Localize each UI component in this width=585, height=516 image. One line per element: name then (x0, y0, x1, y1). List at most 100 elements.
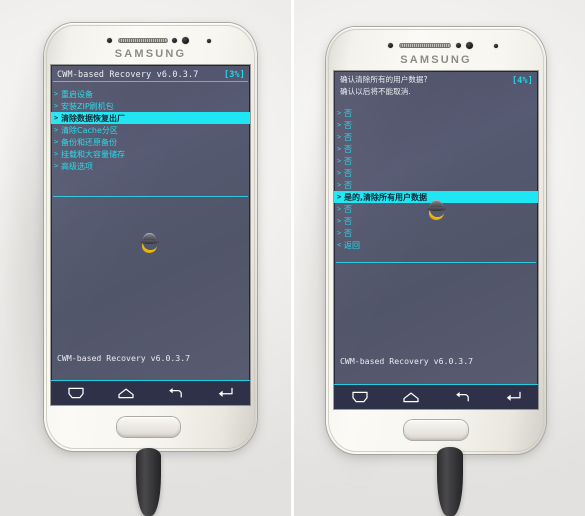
menu-item[interactable]: > 清除Cache分区 (51, 124, 250, 136)
chevron-icon: > (54, 150, 59, 158)
menu-item-label: 重启设备 (61, 89, 93, 99)
home-button-right[interactable] (404, 420, 468, 440)
menu-item[interactable]: > 否 (334, 179, 538, 191)
navigation-bar-left[interactable] (51, 380, 250, 405)
chevron-icon: > (54, 90, 59, 98)
menu-item-label: 否 (344, 228, 352, 238)
menu-item-label: 否 (344, 108, 352, 118)
menu-item-label: 挂载和大容量储存 (61, 149, 125, 159)
menu-divider (53, 196, 248, 197)
menu-item[interactable]: > 否 (334, 107, 538, 119)
samsung-brand-logo: SAMSUNG (400, 54, 472, 66)
chevron-icon: < (337, 241, 342, 249)
header-divider (53, 81, 248, 82)
led-indicator-icon (207, 39, 211, 43)
menu-item-label: 备份和还原备份 (61, 137, 117, 147)
menu-item-label: 是的,清除所有用户数据 (344, 192, 428, 202)
navigation-bar-right[interactable] (334, 384, 538, 409)
phone-screen-right: [4%] 确认清除所有的用户数据? 确认以后将不能取消. > 否 > 否 > 否 > 否 > 否 >… (334, 71, 538, 409)
menu-item-label: 高级选项 (61, 161, 93, 171)
phone-device-right: SAMSUNG [4%] 确认清除所有的用户数据? 确认以后将不能取消. > 否 >… (326, 27, 546, 454)
chevron-icon: > (337, 217, 342, 225)
menu-item-selected[interactable]: > 清除数据恢复出厂 (51, 112, 250, 124)
screenshot-root: SAMSUNG CWM-based Recovery v6.0.3.7 [3%]… (0, 0, 585, 516)
menu-item[interactable]: > 否 (334, 167, 538, 179)
led-indicator-icon (494, 44, 498, 48)
menu-item-label: 否 (344, 156, 352, 166)
recovery-title-row: CWM-based Recovery v6.0.3.7 [3%] (57, 69, 245, 79)
clockworkmod-logo (139, 232, 161, 255)
menu-item[interactable]: > 否 (334, 119, 538, 131)
front-camera-icon (466, 42, 473, 49)
photo-panel-left: SAMSUNG CWM-based Recovery v6.0.3.7 [3%]… (0, 0, 291, 516)
chevron-icon: > (337, 157, 342, 165)
menu-icon[interactable] (66, 386, 86, 400)
chevron-icon: > (54, 102, 59, 110)
confirm-prompt-line-1: 确认清除所有的用户数据? (340, 75, 428, 84)
proximity-sensor-icon (388, 43, 393, 48)
recovery-menu-left[interactable]: > 重启设备 > 安装ZIP刷机包 > 清除数据恢复出厂 > 清除Cache分区 > 备份和还原备… (51, 88, 250, 172)
menu-item[interactable]: > 否 (334, 227, 538, 239)
photo-panel-right: SAMSUNG [4%] 确认清除所有的用户数据? 确认以后将不能取消. > 否 >… (294, 0, 585, 516)
menu-item[interactable]: > 否 (334, 143, 538, 155)
menu-icon[interactable] (350, 390, 370, 404)
back-icon[interactable] (165, 386, 185, 400)
menu-item[interactable]: > 安装ZIP刷机包 (51, 100, 250, 112)
menu-item[interactable]: > 备份和还原备份 (51, 136, 250, 148)
home-icon[interactable] (401, 390, 421, 404)
confirm-prompt-line-2: 确认以后将不能取消. (340, 87, 411, 96)
menu-item-label: 否 (344, 180, 352, 190)
chevron-icon: > (54, 138, 59, 146)
menu-item[interactable]: < 返回 (334, 239, 538, 251)
menu-item-label: 清除Cache分区 (61, 125, 118, 135)
chevron-icon: > (337, 121, 342, 129)
menu-item[interactable]: > 高级选项 (51, 160, 250, 172)
chevron-icon: > (54, 162, 59, 170)
menu-item[interactable]: > 重启设备 (51, 88, 250, 100)
menu-divider (336, 262, 536, 263)
chevron-icon: > (54, 114, 59, 122)
chevron-icon: > (337, 109, 342, 117)
chevron-icon: > (337, 169, 342, 177)
chevron-icon: > (337, 205, 342, 213)
samsung-brand-logo: SAMSUNG (114, 48, 187, 60)
menu-item[interactable]: > 挂载和大容量储存 (51, 148, 250, 160)
light-sensor-icon (456, 43, 461, 48)
back-icon[interactable] (452, 390, 472, 404)
recovery-footer-right: CWM-based Recovery v6.0.3.7 (340, 356, 474, 366)
recovery-footer-left: CWM-based Recovery v6.0.3.7 (57, 353, 191, 363)
home-button-left[interactable] (117, 417, 180, 437)
front-camera-icon (182, 37, 189, 44)
recovery-menu-right[interactable]: > 否 > 否 > 否 > 否 > 否 > 否 > 否 > 是的,清除所有用户数据 > 否 > 否 > 否 < 返回 (334, 107, 538, 251)
menu-item-label: 返回 (344, 240, 360, 250)
enter-icon[interactable] (215, 386, 235, 400)
light-sensor-icon (172, 38, 177, 43)
chevron-icon: > (337, 145, 342, 153)
chevron-icon: > (337, 193, 342, 201)
recovery-title: CWM-based Recovery v6.0.3.7 (57, 69, 199, 79)
clockworkmod-logo (426, 199, 448, 222)
earpiece-speaker (399, 43, 451, 48)
panel-divider (291, 0, 294, 516)
menu-item-label: 否 (344, 168, 352, 178)
battery-indicator: [3%] (224, 69, 245, 79)
phone-screen-left: CWM-based Recovery v6.0.3.7 [3%] > 重启设备 > 安… (51, 65, 250, 405)
home-icon[interactable] (116, 386, 136, 400)
menu-item[interactable]: > 否 (334, 131, 538, 143)
menu-item-label: 否 (344, 120, 352, 130)
usb-cable-left (136, 448, 161, 516)
chevron-icon: > (337, 229, 342, 237)
proximity-sensor-icon (107, 38, 112, 43)
chevron-icon: > (337, 181, 342, 189)
earpiece-speaker (118, 38, 168, 43)
menu-item-label: 否 (344, 132, 352, 142)
menu-item-label: 安装ZIP刷机包 (61, 101, 114, 111)
enter-icon[interactable] (503, 390, 523, 404)
phone-device-left: SAMSUNG CWM-based Recovery v6.0.3.7 [3%]… (44, 23, 257, 451)
menu-item-label: 否 (344, 204, 352, 214)
chevron-icon: > (337, 133, 342, 141)
menu-item-label: 否 (344, 144, 352, 154)
menu-item-label: 否 (344, 216, 352, 226)
menu-item[interactable]: > 否 (334, 155, 538, 167)
usb-cable-right (437, 447, 463, 516)
